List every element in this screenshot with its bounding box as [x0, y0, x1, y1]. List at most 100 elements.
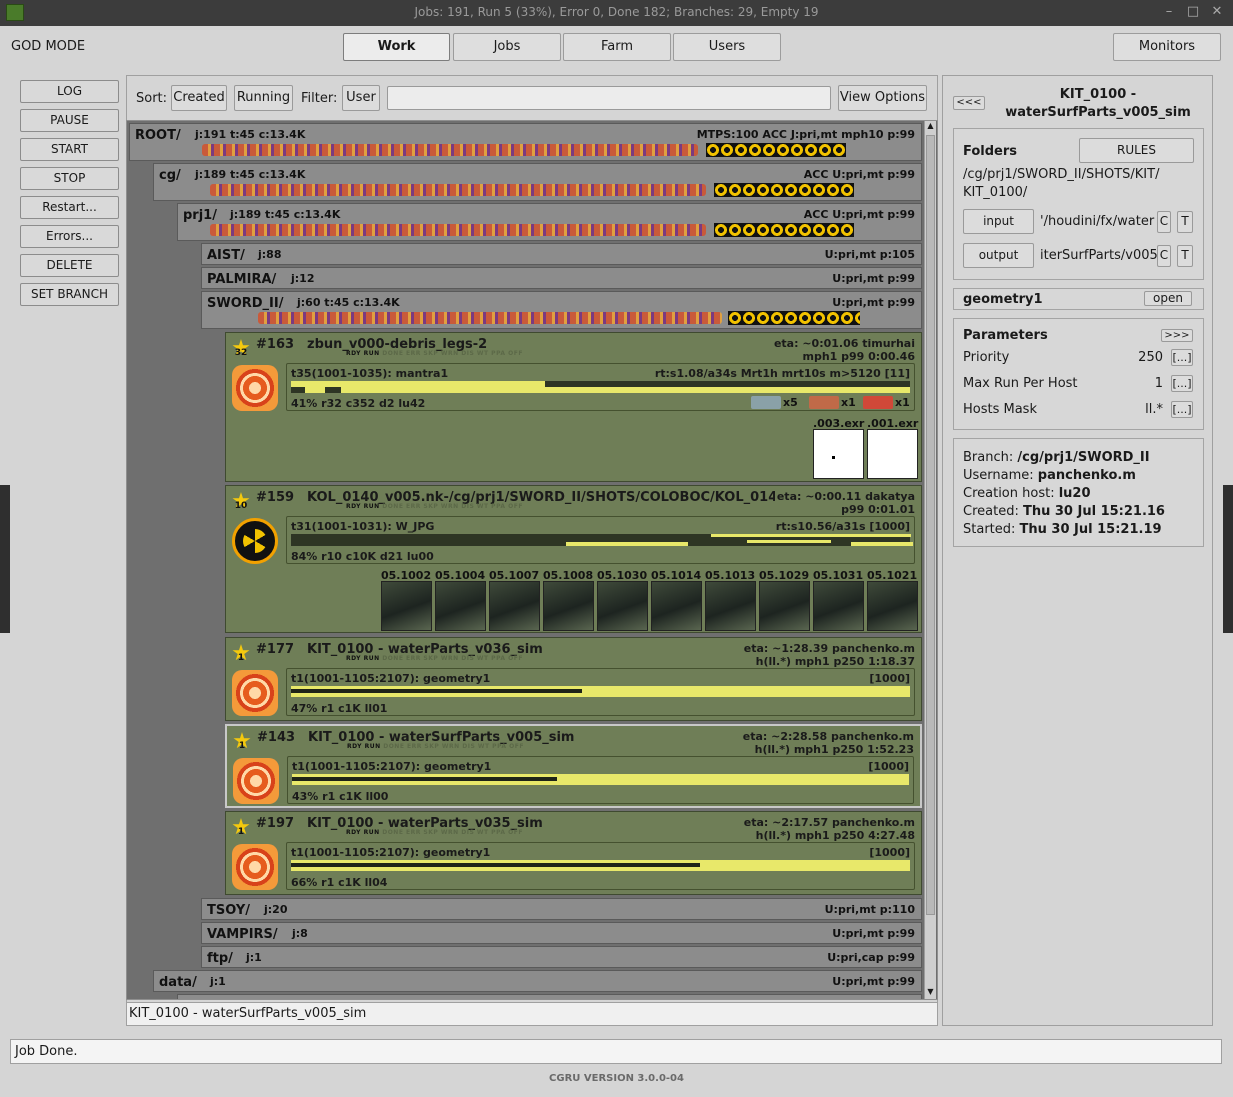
panel-title: KIT_0100 - waterSurfParts_v005_sim: [1005, 87, 1191, 120]
window-title: Jobs: 191, Run 5 (33%), Error 0, Done 18…: [414, 5, 819, 19]
minimize-icon[interactable]: –: [1162, 4, 1176, 20]
star-icon: ★ 10: [231, 489, 251, 514]
branch-vampirs[interactable]: VAMPIRS/ j:8 U:pri,mt p:99: [201, 922, 922, 944]
thumbnail[interactable]: [813, 581, 864, 631]
branch-root[interactable]: ROOT/ j:191 t:45 c:13.4K MTPS:100 ACC J:…: [129, 123, 922, 161]
thumbnail[interactable]: [867, 429, 918, 479]
task-block[interactable]: t35(1001-1035): mantra1 rt:s1.08/a34s Mr…: [286, 363, 915, 411]
stop-button[interactable]: STOP: [20, 167, 119, 190]
close-icon[interactable]: ✕: [1210, 4, 1224, 20]
scrollbar[interactable]: ▲ ▼: [924, 121, 936, 999]
thumbnail[interactable]: [543, 581, 594, 631]
branch-params: U:pri,mt p:110: [824, 903, 915, 916]
folder-path: /cg/prj1/SWORD_II/SHOTS/KIT/ KIT_0100/: [963, 167, 1160, 200]
thumbnail[interactable]: [489, 581, 540, 631]
branch-name: ftp/: [207, 951, 233, 966]
task-block[interactable]: t1(1001-1105:2107): geometry1 [1000] 47%…: [286, 668, 915, 716]
tab-farm[interactable]: Farm: [563, 33, 671, 61]
param-value: 250: [1138, 350, 1163, 365]
block-footer: 47% r1 c1K ll01: [291, 702, 388, 715]
task-block[interactable]: t31(1001-1031): W_JPG rt:s10.56/a31s [10…: [286, 516, 915, 564]
start-button[interactable]: START: [20, 138, 119, 161]
rules-button[interactable]: RULES: [1079, 138, 1194, 163]
job-row[interactable]: ★ 10 #159 KOL_0140_v005.nk-/cg/prj1/SWORD…: [225, 485, 922, 633]
job-state-flags: RDY RUN DONE ERR SKP WRN DIS WT PPA OFF: [346, 829, 523, 836]
job-eta: eta: ~0:01.06 timurhai: [773, 337, 915, 350]
input-terminal-button[interactable]: T: [1177, 211, 1193, 233]
sort-created-button[interactable]: Created: [171, 85, 227, 111]
branch-prj1[interactable]: prj1/ j:189 t:45 c:13.4K ACC U:pri,mt p:…: [177, 203, 922, 241]
collapse-button[interactable]: <<<: [953, 96, 985, 110]
edit-priority-button[interactable]: [...]: [1171, 349, 1193, 366]
edit-max-run-button[interactable]: [...]: [1171, 375, 1193, 392]
job-row-selected[interactable]: ★ 1 #143 KIT_0100 - waterSurfParts_v005_s…: [225, 724, 922, 808]
branch-params: U:pri,mt p:99: [832, 975, 915, 988]
filter-user-button[interactable]: User: [342, 85, 380, 111]
edit-hosts-mask-button[interactable]: [...]: [1171, 401, 1193, 418]
thumbnail[interactable]: [651, 581, 702, 631]
folders-box: Folders RULES /cg/prj1/SWORD_II/SHOTS/KI…: [953, 128, 1204, 280]
output-copy-button[interactable]: C: [1157, 245, 1171, 267]
delete-button[interactable]: DELETE: [20, 254, 119, 277]
task-block[interactable]: t1(1001-1105:2107): geometry1 [1000] 66%…: [286, 842, 915, 890]
nuke-icons: [714, 223, 854, 237]
expand-button[interactable]: >>>: [1161, 329, 1193, 342]
scrollbar-thumb[interactable]: [926, 135, 935, 915]
progress-bar: [292, 774, 909, 785]
thumbnail[interactable]: [597, 581, 648, 631]
filter-input[interactable]: [387, 86, 831, 110]
status-bar: Job Done.: [10, 1039, 1222, 1064]
output-button[interactable]: output: [963, 243, 1034, 268]
mantra-icon: [232, 365, 278, 411]
thumbnail[interactable]: [435, 581, 486, 631]
branch-palmira[interactable]: PALMIRA/ j:12 U:pri,mt p:99: [201, 267, 922, 289]
branch-params: U:pri,mt p:99: [832, 927, 915, 940]
tab-users[interactable]: Users: [673, 33, 781, 61]
star-icon: ★ 1: [231, 815, 251, 840]
job-row[interactable]: ★ 32 #163 zbun_v000-debris_legs-2 eta: ~0…: [225, 332, 922, 482]
tab-jobs[interactable]: Jobs: [453, 33, 561, 61]
left-edge-handle[interactable]: [0, 485, 10, 633]
job-id: #159: [256, 490, 295, 505]
block-name: t31(1001-1031): W_JPG: [291, 520, 435, 533]
input-copy-button[interactable]: C: [1157, 211, 1171, 233]
branch-ftp[interactable]: ftp/ j:1 U:pri,cap p:99: [201, 946, 922, 968]
open-button[interactable]: open: [1144, 291, 1192, 306]
branch-aist[interactable]: AIST/ j:88 U:pri,mt p:105: [201, 243, 922, 265]
errors-button[interactable]: Errors...: [20, 225, 119, 248]
progress-bar: [291, 381, 910, 393]
monitors-button[interactable]: Monitors: [1113, 33, 1221, 61]
job-state-flags: RDY RUN DONE ERR SKP WRN DIS WT PPA OFF: [346, 350, 523, 357]
set-branch-button[interactable]: SET BRANCH: [20, 283, 119, 306]
input-button[interactable]: input: [963, 209, 1034, 234]
sort-running-button[interactable]: Running: [234, 85, 293, 111]
thumbnail[interactable]: [759, 581, 810, 631]
branch-sword-ii[interactable]: SWORD_II/ j:60 t:45 c:13.4K U:pri,mt p:9…: [201, 291, 922, 329]
pause-button[interactable]: PAUSE: [20, 109, 119, 132]
task-block[interactable]: t1(1001-1105:2107): geometry1 [1000] 43%…: [287, 756, 914, 804]
branch-name: SWORD_II/: [207, 296, 284, 311]
star-icon: ★ 1: [232, 729, 252, 754]
thumbnail[interactable]: [381, 581, 432, 631]
maximize-icon[interactable]: □: [1186, 4, 1200, 20]
branch-data[interactable]: data/ j:1 U:pri,mt p:99: [153, 970, 922, 992]
tab-work[interactable]: Work: [343, 33, 450, 61]
thumbnail[interactable]: [705, 581, 756, 631]
thumbnail[interactable]: [867, 581, 918, 631]
param-value: ll.*: [1145, 402, 1163, 417]
job-row[interactable]: ★ 1 #177 KIT_0100 - waterParts_v036_sim e…: [225, 637, 922, 721]
branch-tsoy[interactable]: TSOY/ j:20 U:pri,mt p:110: [201, 898, 922, 920]
log-button[interactable]: LOG: [20, 80, 119, 103]
branch-partial[interactable]: [177, 994, 922, 999]
view-options-button[interactable]: View Options: [838, 85, 927, 111]
thumbnail[interactable]: [813, 429, 864, 479]
filter-label: Filter:: [301, 91, 338, 106]
output-terminal-button[interactable]: T: [1177, 245, 1193, 267]
job-row[interactable]: ★ 1 #197 KIT_0100 - waterParts_v035_sim e…: [225, 811, 922, 895]
restart-button[interactable]: Restart...: [20, 196, 119, 219]
job-eta: eta: ~0:00.11 dakatya: [776, 490, 915, 503]
branch-cg[interactable]: cg/ j:189 t:45 c:13.4K ACC U:pri,mt p:99: [153, 163, 922, 201]
job-tree[interactable]: ▲ ▼ ROOT/ j:191 t:45 c:13.4K MTPS:100 AC…: [126, 120, 938, 1000]
right-edge-handle[interactable]: [1223, 485, 1233, 633]
nuke-icons: [714, 183, 854, 197]
